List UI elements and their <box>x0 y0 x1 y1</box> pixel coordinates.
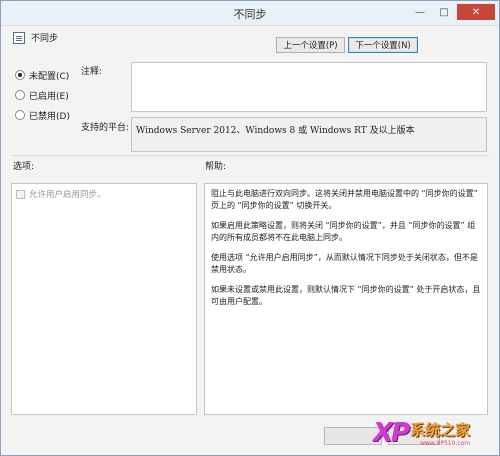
policy-setting-icon <box>13 31 25 44</box>
comment-textarea[interactable] <box>131 62 487 112</box>
minimize-button[interactable]: — <box>409 4 431 20</box>
ok-button-obscured[interactable] <box>324 427 382 445</box>
maximize-button[interactable]: □ <box>433 4 455 20</box>
help-label: 帮助: <box>205 162 227 172</box>
allow-user-sync-label: 允许用户启用同步。 <box>29 190 106 200</box>
policy-header: 不同步 <box>13 31 58 44</box>
radio-disabled[interactable]: 已禁用(D) <box>15 105 70 125</box>
policy-dialog-window: 不同步 — □ ✕ 不同步 上一个设置(P) 下一个设置(N) 未配置(C) 已… <box>0 0 500 456</box>
previous-setting-button[interactable]: 上一个设置(P) <box>276 37 345 53</box>
radio-button-selected[interactable] <box>15 70 25 80</box>
title-bar: 不同步 — □ ✕ <box>1 1 499 26</box>
section-divider <box>11 155 489 156</box>
radio-label: 未配置(C) <box>29 71 70 82</box>
options-panel: 允许用户启用同步。 <box>11 183 197 415</box>
next-setting-button[interactable]: 下一个设置(N) <box>348 37 418 53</box>
allow-user-sync-checkbox <box>16 189 25 199</box>
radio-not-configured[interactable]: 未配置(C) <box>15 65 70 85</box>
radio-label: 已启用(E) <box>29 91 69 102</box>
allow-user-sync-option: 允许用户启用同步。 <box>16 188 192 200</box>
help-panel: 阻止与此电脑进行双向同步。这将关闭并禁用电脑设置中的 “同步你的设置” 页上的 … <box>204 183 488 415</box>
state-radio-group: 未配置(C) 已启用(E) 已禁用(D) <box>15 65 70 125</box>
help-paragraph: 使用选项 “允许用户启用同步”，从而默认情况下同步处于关闭状态，但不是禁用状态。 <box>211 253 478 274</box>
radio-button[interactable] <box>15 90 25 100</box>
supported-platform-label: 支持的平台: <box>81 123 130 133</box>
window-controls: — □ ✕ <box>409 4 495 20</box>
radio-enabled[interactable]: 已启用(E) <box>15 85 70 105</box>
supported-platform-value: Windows Server 2012、Windows 8 或 Windows … <box>131 117 487 152</box>
help-paragraph: 阻止与此电脑进行双向同步。这将关闭并禁用电脑设置中的 “同步你的设置” 页上的 … <box>211 189 478 210</box>
close-button[interactable]: ✕ <box>457 4 495 20</box>
cancel-button-obscured[interactable] <box>388 427 440 445</box>
radio-label: 已禁用(D) <box>29 111 70 122</box>
radio-button[interactable] <box>15 110 25 120</box>
comment-label: 注释: <box>81 67 103 77</box>
help-paragraph: 如果未设置或禁用此设置，则默认情况下 “同步你的设置” 处于开启状态，且可由用户… <box>211 285 481 306</box>
help-paragraph: 如果启用此策略设置，则将关闭 “同步你的设置”，并且 “同步你的设置” 组内的所… <box>211 221 476 242</box>
options-label: 选项: <box>13 162 35 172</box>
policy-name: 不同步 <box>31 34 59 44</box>
